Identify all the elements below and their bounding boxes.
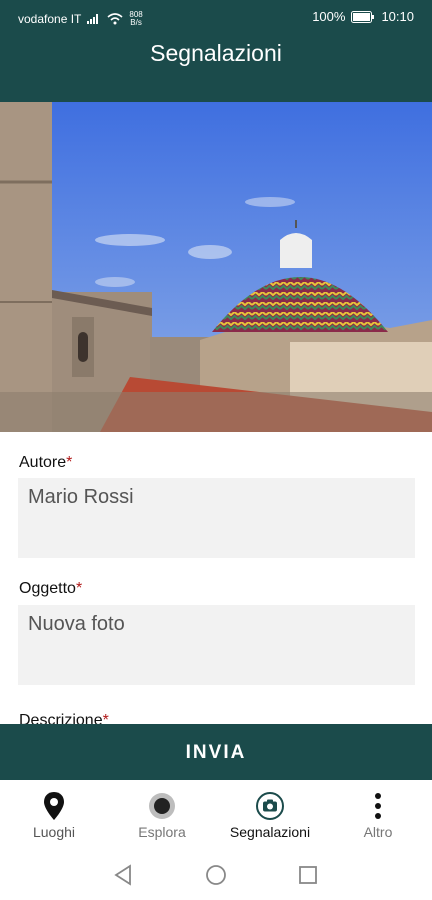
camera-icon bbox=[256, 792, 284, 820]
author-value: Mario Rossi bbox=[28, 486, 134, 508]
author-label: Autore* bbox=[19, 454, 72, 472]
nav-label-segnalazioni: Segnalazioni bbox=[229, 824, 311, 840]
nav-item-segnalazioni[interactable]: Segnalazioni bbox=[216, 780, 324, 852]
author-field[interactable]: Mario Rossi bbox=[18, 478, 415, 558]
nav-item-luoghi[interactable]: Luoghi bbox=[0, 780, 108, 852]
page-title: Segnalazioni bbox=[150, 40, 282, 66]
battery-percent: 100% bbox=[312, 9, 346, 24]
description-label: Descrizione* bbox=[19, 712, 109, 724]
author-label-text: Autore bbox=[19, 454, 67, 471]
hero-image bbox=[0, 102, 432, 432]
home-icon[interactable] bbox=[205, 864, 227, 886]
subject-label-text: Oggetto bbox=[19, 580, 76, 597]
network-speed-unit: B/s bbox=[130, 18, 142, 27]
nav-item-esplora[interactable]: Esplora bbox=[108, 780, 216, 852]
required-marker: * bbox=[102, 712, 109, 724]
submit-button[interactable]: INVIA bbox=[0, 724, 432, 780]
back-icon[interactable] bbox=[113, 864, 133, 886]
status-bar: vodafone IT 808 B/s 100% 10:10 bbox=[0, 0, 432, 34]
app-bar: Segnalazioni bbox=[0, 34, 432, 102]
required-marker: * bbox=[75, 580, 83, 597]
system-navigation-bar bbox=[0, 852, 432, 900]
bottom-navigation: Luoghi Esplora Segnalazioni Altro bbox=[0, 780, 432, 852]
subject-label: Oggetto* bbox=[19, 580, 82, 598]
signal-icon bbox=[87, 14, 99, 24]
nav-label-esplora: Esplora bbox=[138, 824, 186, 840]
description-label-text: Descrizione bbox=[19, 712, 103, 724]
required-marker: * bbox=[66, 454, 73, 471]
map-pin-icon bbox=[44, 792, 64, 820]
clock: 10:10 bbox=[381, 9, 414, 24]
wifi-icon bbox=[107, 13, 123, 25]
nav-item-altro[interactable]: Altro bbox=[324, 780, 432, 852]
network-speed: 808 B/s bbox=[129, 11, 142, 27]
more-vertical-icon bbox=[375, 793, 381, 819]
recents-icon[interactable] bbox=[298, 865, 318, 885]
subject-value: Nuova foto bbox=[28, 613, 125, 635]
record-icon bbox=[149, 793, 175, 819]
report-form: Autore* Mario Rossi Oggetto* Nuova foto … bbox=[0, 432, 432, 724]
nav-label-altro: Altro bbox=[363, 824, 393, 840]
subject-field[interactable]: Nuova foto bbox=[18, 605, 415, 685]
nav-label-luoghi: Luoghi bbox=[32, 824, 76, 840]
battery-icon bbox=[351, 10, 375, 23]
carrier-name: vodafone IT bbox=[18, 12, 82, 26]
